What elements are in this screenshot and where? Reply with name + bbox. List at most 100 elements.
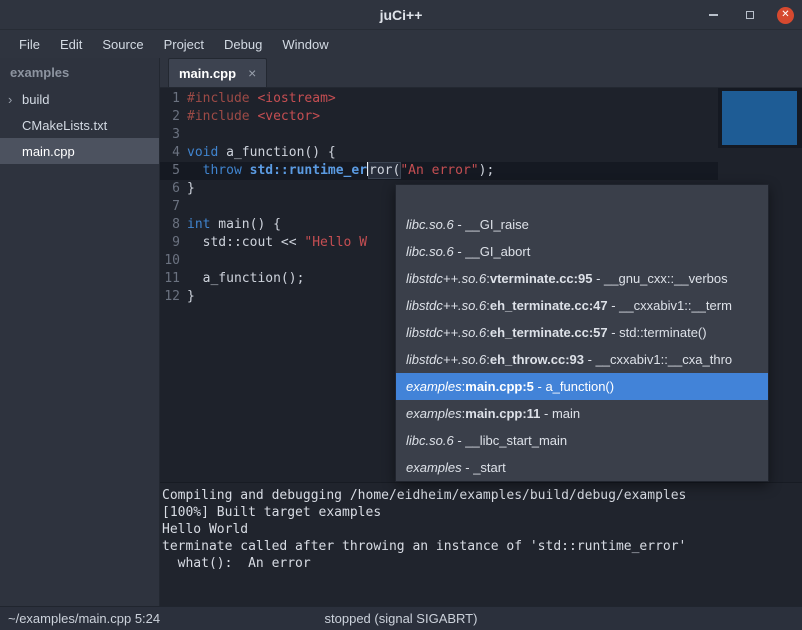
tree-item-label: build (22, 92, 49, 107)
frame-symbol: - std::terminate() (608, 325, 707, 340)
project-name: examples (0, 58, 159, 86)
frame-location: eh_terminate.cc:47 (490, 298, 608, 313)
frame-symbol: - __cxxabiv1::__term (608, 298, 732, 313)
titlebar: juCi++ ✕ (0, 0, 802, 30)
terminal-output[interactable]: Compiling and debugging /home/eidheim/ex… (160, 482, 802, 606)
stack-frame-4[interactable]: libstdc++.so.6:eh_terminate.cc:47 - __cx… (396, 292, 768, 319)
stack-trace-popup: libc.so.6 - __GI_raiselibc.so.6 - __GI_a… (395, 184, 769, 482)
frame-symbol: - a_function() (534, 379, 614, 394)
code-token: } (187, 289, 195, 304)
code-token: std::cout << (187, 235, 304, 250)
code-token: "Hello W (304, 235, 367, 250)
line-code: throw std::runtime_error("An error"); (187, 162, 802, 180)
file-tree-items: ›build CMakeLists.txt main.cpp (0, 86, 159, 164)
tree-item-build[interactable]: ›build (0, 86, 159, 112)
menu-debug[interactable]: Debug (214, 37, 272, 52)
code-token: } (187, 181, 195, 196)
stack-frame-1[interactable]: libc.so.6 - __GI_raise (396, 211, 768, 238)
stack-frame-10[interactable]: examples - _start (396, 454, 768, 481)
stack-frame-6[interactable]: libstdc++.so.6:eh_throw.cc:93 - __cxxabi… (396, 346, 768, 373)
code-token: <vector> (257, 109, 320, 124)
tree-item-cmakelists-txt[interactable]: CMakeLists.txt (0, 112, 159, 138)
frame-location: eh_throw.cc:93 (490, 352, 584, 367)
code-token: main() { (210, 217, 280, 232)
menu-edit[interactable]: Edit (50, 37, 92, 52)
window-title: juCi++ (380, 7, 423, 23)
chevron-right-icon: › (8, 92, 22, 107)
line-number: 6 (160, 180, 187, 198)
code-token (242, 163, 250, 178)
frame-module: libc.so.6 (406, 244, 454, 259)
line-number: 5 (160, 162, 187, 180)
editor-line-5[interactable]: 5 throw std::runtime_error("An error"); (160, 162, 802, 180)
window-buttons: ✕ (705, 0, 794, 30)
frame-module: examples (406, 379, 462, 394)
close-icon: ✕ (781, 10, 789, 20)
frame-symbol: - __GI_abort (454, 244, 531, 259)
menu-file[interactable]: File (9, 37, 50, 52)
menu-project[interactable]: Project (154, 37, 214, 52)
line-number: 12 (160, 288, 187, 306)
line-number: 8 (160, 216, 187, 234)
tab-close-icon[interactable]: × (248, 65, 256, 81)
frame-location: main.cpp:5 (465, 379, 534, 394)
code-token: <iostream> (257, 91, 335, 106)
stack-frame-2[interactable]: libc.so.6 - __GI_abort (396, 238, 768, 265)
terminal-line-1: Compiling and debugging /home/eidheim/ex… (162, 487, 802, 504)
line-code: #include <iostream> (187, 90, 802, 108)
code-token: #include (187, 109, 257, 124)
menu-window[interactable]: Window (272, 37, 338, 52)
frame-symbol: - main (540, 406, 580, 421)
editor-overlay-box (718, 88, 802, 148)
frame-location: main.cpp:11 (465, 406, 540, 421)
line-number: 7 (160, 198, 187, 216)
statusbar: stopped (signal SIGABRT) ~/examples/main… (0, 606, 802, 630)
frame-symbol: - __GI_raise (454, 217, 529, 232)
terminal-line-2: [100%] Built target examples (162, 504, 802, 521)
tabbar: main.cpp × (160, 58, 802, 88)
terminal-line-3: Hello World (162, 521, 802, 538)
line-number: 10 (160, 252, 187, 270)
line-number: 4 (160, 144, 187, 162)
code-token: throw (203, 163, 242, 178)
frame-module: examples (406, 406, 462, 421)
tab-label: main.cpp (179, 66, 236, 81)
editor-overlay-highlight (722, 91, 797, 145)
stack-frame-7[interactable]: examples:main.cpp:5 - a_function() (396, 373, 768, 400)
tree-item-label: CMakeLists.txt (22, 118, 107, 133)
code-token: "An error" (400, 163, 478, 178)
terminal-line-4: terminate called after throwing an insta… (162, 538, 802, 555)
frame-module: libstdc++.so.6 (406, 352, 486, 367)
code-token: ); (479, 163, 495, 178)
editor-line-1[interactable]: 1#include <iostream> (160, 90, 802, 108)
terminal-line-5: what(): An error (162, 555, 802, 572)
frame-module: libstdc++.so.6 (406, 325, 486, 340)
frame-symbol: - _start (462, 460, 506, 475)
tab-main-cpp[interactable]: main.cpp × (168, 58, 267, 87)
frame-symbol: - __gnu_cxx::__verbos (592, 271, 727, 286)
tree-item-main-cpp[interactable]: main.cpp (0, 138, 159, 164)
line-code: #include <vector> (187, 108, 802, 126)
frame-module: libc.so.6 (406, 433, 454, 448)
editor-line-2[interactable]: 2#include <vector> (160, 108, 802, 126)
editor-line-3[interactable]: 3 (160, 126, 802, 144)
tree-item-label: main.cpp (22, 144, 75, 159)
line-code: void a_function() { (187, 144, 802, 162)
stack-frame-8[interactable]: examples:main.cpp:11 - main (396, 400, 768, 427)
stack-frame-3[interactable]: libstdc++.so.6:vterminate.cc:95 - __gnu_… (396, 265, 768, 292)
minimize-icon (709, 14, 718, 16)
stack-frame-9[interactable]: libc.so.6 - __libc_start_main (396, 427, 768, 454)
line-code (187, 126, 802, 144)
code-token: int (187, 217, 210, 232)
restore-button[interactable] (741, 7, 758, 24)
stack-frame-5[interactable]: libstdc++.so.6:eh_terminate.cc:57 - std:… (396, 319, 768, 346)
code-token: #include (187, 91, 257, 106)
minimize-button[interactable] (705, 7, 722, 24)
menu-source[interactable]: Source (92, 37, 153, 52)
editor-line-4[interactable]: 4void a_function() { (160, 144, 802, 162)
line-number: 9 (160, 234, 187, 252)
frame-module: libstdc++.so.6 (406, 271, 486, 286)
line-number: 1 (160, 90, 187, 108)
file-tree-panel: examples ›build CMakeLists.txt main.cpp (0, 58, 160, 606)
close-button[interactable]: ✕ (777, 7, 794, 24)
